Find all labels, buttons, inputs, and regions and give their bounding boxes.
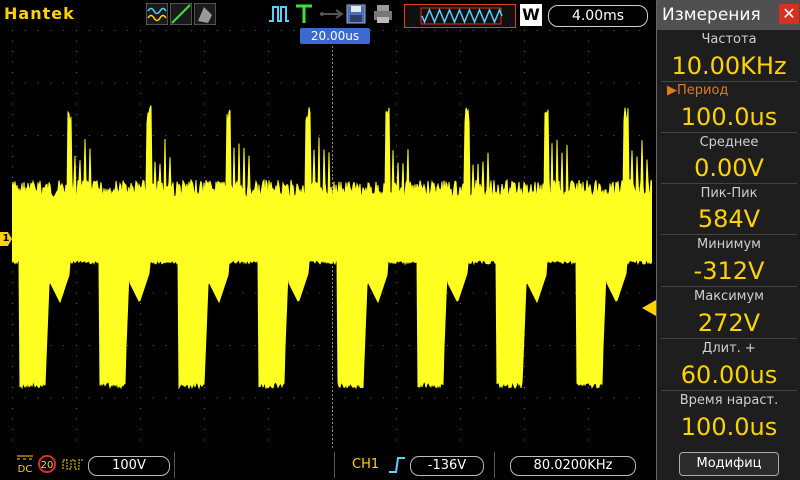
ramp-icon[interactable] [170,3,192,25]
measure-label-period[interactable]: ▶Период [657,81,800,101]
measure-label-maximum[interactable]: Максимум [657,287,800,307]
rising-edge-icon[interactable] [388,456,406,474]
trigger-t-icon[interactable] [294,3,314,25]
measure-value-period: 100.0us [680,103,778,131]
probe-icon [62,459,83,470]
pulse-icon[interactable] [268,3,290,25]
measure-value-frequency: 10.00KHz [671,52,787,80]
top-status-bar: Hantek W 4.00ms [0,0,656,30]
measure-label-frequency[interactable]: Частота [657,30,800,50]
close-icon[interactable]: ✕ [779,4,799,24]
measure-label-mean[interactable]: Среднее [657,133,800,153]
measure-value-minimum: -312V [693,257,765,285]
acquisition-mode[interactable]: W [520,4,542,26]
measure-value-peak-peak: 584V [697,205,761,233]
coupling-indicator[interactable]: DC [16,453,34,475]
measure-value-mean: 0.00V [694,154,764,182]
save-disk-icon[interactable] [346,3,366,25]
dc-coupling-icon [17,455,33,460]
volts-div-readout[interactable]: 100V [88,456,170,476]
dots-icon[interactable] [194,3,216,25]
wave-display-icon[interactable] [146,3,168,25]
memory-overview [404,4,516,28]
usb-icon [320,9,344,19]
measure-value-maximum: 272V [697,309,761,337]
measure-label-pos-width[interactable]: Длит. + [657,339,800,359]
waveform-grid [12,30,652,450]
print-icon[interactable] [372,3,394,25]
trigger-position-marker[interactable]: 20.00us [300,28,370,44]
brand-logo: Hantek [4,4,75,23]
timebase-readout[interactable]: 4.00ms [548,5,648,27]
trigger-level-readout[interactable]: -136V [410,456,484,476]
measure-label-peak-peak[interactable]: Пик-Пик [657,184,800,204]
measure-value-rise-time: 100.0us [680,413,778,441]
channel1-ground-marker[interactable]: 1 [0,232,12,246]
measure-value-pos-width: 60.00us [680,361,778,389]
measurements-panel: Измерения ✕ Частота 10.00KHz ▶Период 100… [656,0,800,480]
bandwidth-limit-indicator[interactable]: 20 [38,455,56,473]
measure-label-minimum[interactable]: Минимум [657,235,800,255]
modify-button[interactable]: Модифиц [679,452,779,476]
measure-label-rise-time[interactable]: Время нараст. [657,391,800,411]
trigger-source-label[interactable]: CH1 [352,456,379,474]
frequency-counter-readout: 80.0200KHz [510,456,636,476]
